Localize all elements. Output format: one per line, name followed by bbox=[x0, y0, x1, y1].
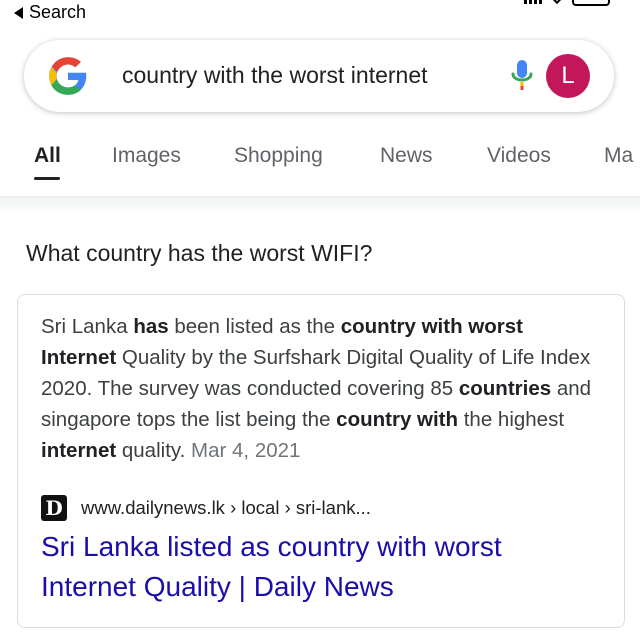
site-favicon-icon: D bbox=[41, 495, 67, 521]
wifi-icon bbox=[549, 0, 565, 5]
snippet-segment: has bbox=[133, 315, 169, 338]
tab-shopping[interactable]: Shopping bbox=[234, 144, 323, 168]
back-to-search-link[interactable]: Search bbox=[14, 2, 86, 23]
search-box[interactable]: country with the worst internet L bbox=[24, 40, 614, 112]
back-arrow-icon bbox=[14, 6, 23, 19]
snippet-text: Sri Lanka has been listed as the country… bbox=[41, 311, 601, 466]
tab-maps[interactable]: Ma bbox=[604, 144, 633, 168]
tab-all[interactable]: All bbox=[34, 144, 61, 168]
account-avatar[interactable]: L bbox=[546, 54, 590, 98]
google-search-results-page: Search country with the worst internet L bbox=[0, 0, 640, 639]
snippet-date: Mar 4, 2021 bbox=[191, 439, 301, 462]
result-title-link[interactable]: Sri Lanka listed as country with worst I… bbox=[41, 527, 601, 607]
snippet-segment: Sri Lanka bbox=[41, 315, 134, 338]
featured-question[interactable]: What country has the worst WIFI? bbox=[26, 240, 372, 267]
google-logo-icon[interactable] bbox=[46, 54, 90, 98]
status-bar: Search bbox=[0, 0, 640, 30]
active-tab-indicator bbox=[34, 177, 60, 180]
snippet-segment: internet bbox=[41, 439, 117, 462]
snippet-segment: country with bbox=[336, 408, 459, 431]
battery-icon bbox=[572, 0, 610, 6]
featured-snippet-card: Sri Lanka has been listed as the country… bbox=[17, 294, 625, 628]
tab-images[interactable]: Images bbox=[112, 144, 181, 168]
section-divider bbox=[0, 196, 640, 214]
signal-icon bbox=[524, 0, 542, 4]
snippet-segment: the highest bbox=[458, 408, 565, 431]
result-source[interactable]: D www.dailynews.lk › local › sri-lank... bbox=[41, 495, 371, 521]
search-tabs: All Images Shopping News Videos Ma bbox=[0, 140, 640, 180]
microphone-icon[interactable] bbox=[511, 58, 533, 94]
snippet-body: Sri Lanka has been listed as the country… bbox=[41, 315, 591, 462]
status-icons bbox=[524, 0, 610, 6]
source-url[interactable]: www.dailynews.lk › local › sri-lank... bbox=[81, 497, 371, 519]
tab-news[interactable]: News bbox=[380, 144, 433, 168]
search-input[interactable]: country with the worst internet bbox=[122, 62, 428, 89]
back-label: Search bbox=[29, 2, 87, 22]
tab-videos[interactable]: Videos bbox=[487, 144, 551, 168]
snippet-segment: countries bbox=[458, 377, 552, 400]
snippet-segment: been listed as the bbox=[168, 315, 341, 338]
snippet-segment: quality. bbox=[116, 439, 186, 462]
